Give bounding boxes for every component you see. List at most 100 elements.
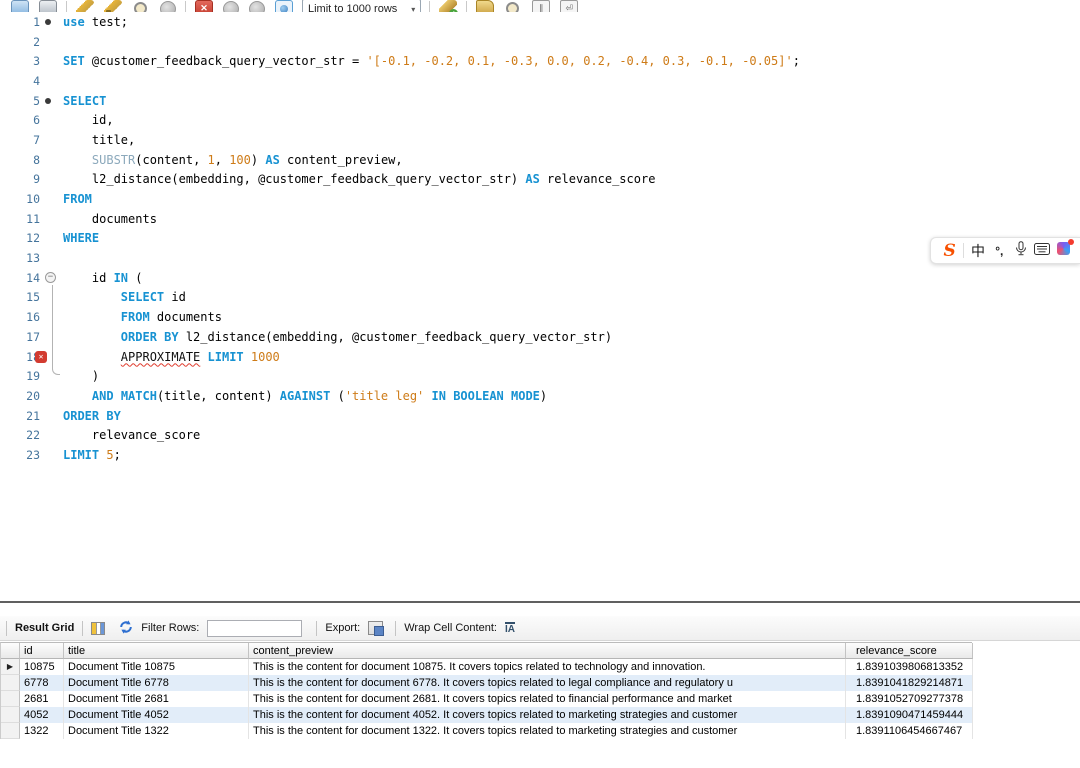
rollback-icon[interactable] [249,1,265,12]
invisible-chars-icon[interactable]: ∥ [532,0,551,12]
execute-current-statement-icon[interactable] [104,0,122,12]
stop-query-icon[interactable] [160,1,176,12]
toggle-stop-on-error-icon[interactable] [195,0,213,12]
toggle-autocommit-icon[interactable] [275,0,293,12]
limit-rows-dropdown[interactable]: Limit to 1000 rows ▾ [302,0,422,12]
table-cell[interactable]: 2681 [20,691,64,707]
table-cell[interactable]: Document Title 6778 [64,675,249,691]
table-cell[interactable]: This is the content for document 4052. I… [249,707,846,723]
table-cell[interactable]: This is the content for document 2681. I… [249,691,846,707]
code-line[interactable]: 21 ORDER BY [0,406,1080,426]
filter-rows-input[interactable] [207,619,303,637]
table-cell[interactable]: This is the content for document 6778. I… [249,675,846,691]
table-cell[interactable]: Document Title 2681 [64,691,249,707]
code-line[interactable]: 20 AND MATCH(title, content) AGAINST ('t… [0,386,1080,406]
wrap-cell-content-icon[interactable]: IA [504,621,515,635]
code-line[interactable]: 16 FROM documents [0,307,1080,327]
table-row[interactable]: ▶ 10875 Document Title 10875 This is the co… [1,659,973,675]
filter-rows-label: Filter Rows: [141,622,200,634]
voice-input-icon[interactable] [1010,240,1031,261]
code-line[interactable]: 1 use test; [0,12,1080,32]
current-row-arrow-icon: ▶ [6,662,14,671]
explain-plan-icon[interactable] [132,0,150,12]
table-cell[interactable]: 4052 [20,707,64,723]
gutter-marker-area: − [40,268,63,288]
line-number: 17 [26,329,40,344]
code-line[interactable]: 22 relevance_score [0,425,1080,445]
fold-toggle-icon[interactable]: − [45,271,56,283]
code-line[interactable]: 11 documents [0,209,1080,229]
code-line[interactable]: 4 [0,71,1080,91]
column-header-id[interactable]: id [20,643,64,659]
code-line[interactable]: 12 WHERE [0,229,1080,249]
table-cell[interactable]: Document Title 10875 [64,659,249,675]
table-cell[interactable]: 1.8391090471459444 [846,707,973,723]
code-text: WHERE [63,231,100,246]
table-cell[interactable]: This is the content for document 1322. I… [249,723,846,739]
beautify-script-icon[interactable] [476,0,495,12]
row-selector-cell[interactable] [1,723,20,739]
code-line[interactable]: 13 [0,248,1080,268]
code-line[interactable]: 6 id, [0,110,1080,130]
row-selector-cell[interactable] [1,691,20,707]
column-header-relevance_score[interactable]: relevance_score [846,643,973,659]
punctuation-mode-toggle[interactable]: °, [989,244,1010,258]
ime-toolbar: S 中 °, [930,237,1080,264]
chinese-mode-toggle[interactable]: 中 [967,241,988,261]
new-snippet-icon[interactable] [439,0,459,12]
toolbar-separator [6,620,7,636]
soft-keyboard-icon[interactable] [1031,242,1052,260]
table-cell[interactable]: 1.8391106454667467 [846,723,973,739]
statement-marker-icon [45,19,51,25]
code-line[interactable]: 3 SET @customer_feedback_query_vector_str… [0,51,1080,71]
refresh-icon[interactable] [119,619,133,637]
code-line[interactable]: 7 title, [0,130,1080,150]
table-cell[interactable]: 6778 [20,675,64,691]
table-cell[interactable]: 1.8391052709277378 [846,691,973,707]
code-line[interactable]: 10 FROM [0,189,1080,209]
editor-result-splitter[interactable] [0,601,1080,603]
export-label: Export: [325,622,361,634]
code-line[interactable]: 23 LIMIT 5; [0,445,1080,465]
sogou-logo-icon[interactable]: S [939,241,960,261]
row-selector-cell[interactable] [1,675,20,691]
column-header-title[interactable]: title [64,643,249,659]
table-row[interactable]: 2681 Document Title 2681 This is the conte… [1,691,973,707]
execute-script-icon[interactable] [76,0,94,12]
table-cell[interactable]: 1.8391039806813352 [846,659,973,675]
code-line[interactable]: 8 SUBSTR(content, 1, 100) AS content_pre… [0,150,1080,170]
code-line[interactable]: 9 l2_distance(embedding, @customer_feedb… [0,170,1080,190]
code-line[interactable]: 18 ✕ APPROXIMATE LIMIT 1000 [0,347,1080,367]
table-row[interactable]: 6778 Document Title 6778 This is the conte… [1,675,973,691]
gutter-marker-area [40,189,63,209]
code-line[interactable]: 17 ORDER BY l2_distance(embedding, @cust… [0,327,1080,347]
find-icon[interactable] [504,0,522,12]
table-cell[interactable]: This is the content for document 10875. … [249,659,846,675]
table-cell[interactable]: 10875 [20,659,64,675]
wrap-text-icon[interactable]: ⏎ [560,0,579,12]
commit-icon[interactable] [223,1,239,12]
table-row[interactable]: 4052 Document Title 4052 This is the conte… [1,707,973,723]
table-row[interactable]: 1322 Document Title 1322 This is the conte… [1,723,973,739]
open-script-icon[interactable] [11,0,29,12]
row-selector-cell[interactable] [1,707,20,723]
code-line[interactable]: 2 [0,32,1080,52]
gutter-marker-area [40,288,63,308]
save-script-icon[interactable] [39,0,57,12]
export-icon[interactable] [368,621,385,636]
table-cell[interactable]: 1.8391041829214871 [846,675,973,691]
sql-editor[interactable]: 1 use test; 2 3 SET @customer_feedback_query… [0,12,1080,592]
column-header-content_preview[interactable]: content_preview [249,643,846,659]
gutter-marker-area [40,327,63,347]
code-line[interactable]: 19 ) [0,366,1080,386]
toolbar-separator [82,620,84,636]
code-line[interactable]: 5 SELECT [0,91,1080,111]
code-line[interactable]: 15 SELECT id [0,288,1080,308]
table-cell[interactable]: Document Title 4052 [64,707,249,723]
toolbox-icon[interactable] [1053,238,1074,260]
code-line[interactable]: 14− id IN ( [0,268,1080,288]
table-cell[interactable]: Document Title 1322 [64,723,249,739]
table-cell[interactable]: 1322 [20,723,64,739]
row-selector-cell[interactable]: ▶ [1,659,20,675]
result-grid-view-icon[interactable] [91,621,106,635]
